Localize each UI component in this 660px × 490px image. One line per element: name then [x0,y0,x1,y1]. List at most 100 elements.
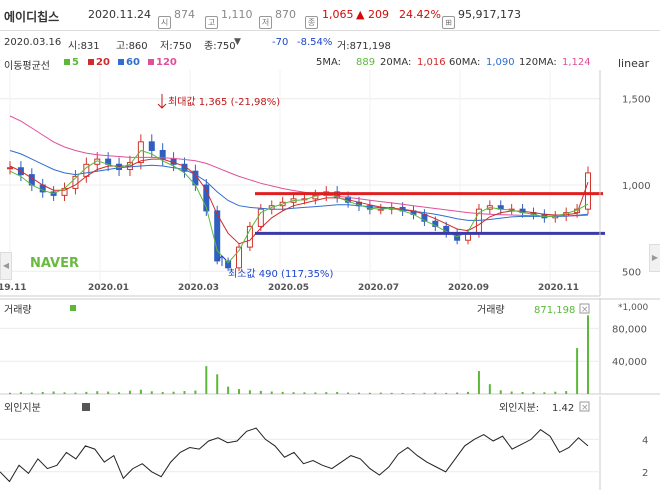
open-value: 874 [174,8,195,21]
stock-name: 에이디칩스 [4,10,60,24]
volume-bar [139,389,142,394]
volume-bar [336,391,339,394]
info-low: 저:750 [160,41,192,52]
info-open: 시:831 [68,41,100,52]
volume-bar [63,392,66,394]
price-x-tick: 2020.01 [88,283,129,293]
price-y-tick: 500 [622,267,641,278]
info-close: 종:750 [204,41,236,52]
volume-bar [434,392,437,394]
volume-value: 95,917,173 [458,8,521,21]
ma120-line [9,115,589,217]
scroll-right-button[interactable]: ▶ [649,244,660,272]
foreign-y-tick: 4 [642,435,648,446]
volume-bar [41,391,44,394]
info-pct: -8.54% [297,37,333,48]
volume-value: 871,198 [534,305,575,316]
volume-bar [467,391,470,394]
change-value: ▲ 209 [356,8,389,21]
ma20-toggle[interactable]: 20 [88,57,110,68]
volume-bar [303,392,306,394]
foreign-title: 외인지분 [4,402,41,414]
header-date: 2020.11.24 [88,8,151,21]
volume-bar [150,391,153,394]
volume-label: 거래량 [477,304,505,316]
volume-bar [456,392,459,394]
volume-bar [216,374,219,394]
volume-chart: 40,000 80,000 거래량 거래량 871,198 × *1,000 [0,298,660,395]
volume-bar [9,392,11,394]
volume-legend-swatch [70,305,76,311]
price-ma-lines [9,115,605,264]
info-high: 고:860 [116,41,148,52]
low-value: 870 [275,8,296,21]
volume-bar [281,391,284,394]
volume-bar [96,391,99,394]
volume-bar [368,392,371,394]
volume-y-tick: 40,000 [612,357,647,368]
foreign-ownership-chart: 24 외인지분 외인지분: 1.42 × [0,396,648,490]
ma120-toggle[interactable]: 120 [148,57,177,68]
volume-bar [292,392,295,394]
volume-bar [499,390,502,394]
volume-bar [248,390,251,394]
volume-title: 거래량 [4,304,32,316]
price-x-tick: 2020.11 [538,283,579,293]
high-value: 1,110 [221,8,253,21]
ma120-label: 120MA: [519,57,557,68]
volume-bar [85,391,88,394]
ma120-value: 1,124 [562,57,591,68]
ma60-toggle[interactable]: 60 [118,57,140,68]
ma5-value: 889 [356,57,376,68]
volume-bar [576,348,579,394]
candle-body [214,210,221,262]
volume-bar [565,391,568,394]
volume-bar [107,391,110,394]
volume-bar [357,392,360,394]
ma60-value: 1,090 [486,57,515,68]
candle-body [585,172,591,210]
scroll-left-button[interactable]: ◀ [0,252,12,280]
volume-bar [401,392,404,394]
volume-bar [52,391,55,394]
candle-body [148,141,155,151]
foreign-value: 1.42 [552,403,574,414]
volume-bar [19,392,22,394]
ma60-label: 60MA: [449,57,481,68]
volume-bars [9,315,589,394]
ma5-label: 5MA: [316,57,342,68]
max-annotation: 최대값 1,365 (-21,98%) [168,96,280,108]
volume-bar [118,392,121,394]
info-dropdown-icon[interactable]: ▼ [234,37,241,47]
volume-bar [30,392,33,394]
ma20-label: 20MA: [380,57,412,68]
volume-close-icon: × [581,305,589,315]
price-y-tick: 1,500 [622,95,651,106]
volume-bar [74,392,77,394]
volume-bar [412,393,415,394]
volume-bar [347,392,350,394]
volume-bar [543,392,546,394]
volume-bar [488,384,491,394]
volume-bar [445,392,448,394]
foreign-close-icon: × [581,403,589,413]
price-x-tick: 19.11 [0,283,26,293]
volume-bar [532,392,535,394]
volume-y-tick: 80,000 [612,324,647,335]
scale-type[interactable]: linear [618,57,649,70]
volume-bar [259,390,262,394]
price-x-tick: 2020.09 [448,283,489,293]
volume-bar [227,386,230,394]
min-annotation: 최소값 490 (117,35%) [228,268,333,280]
ma20-value: 1,016 [417,57,446,68]
volume-bar [554,391,557,394]
max-arrow-icon [157,94,167,109]
volume-bar [172,391,175,394]
ma5-toggle[interactable]: 5 [64,57,79,68]
candle-body [7,167,13,170]
volume-bar [270,391,273,394]
foreign-y-tick: 2 [642,468,648,479]
price-x-tick: 2020.03 [178,283,219,293]
volume-bar [521,391,524,394]
close-value: 1,065 [322,8,354,21]
